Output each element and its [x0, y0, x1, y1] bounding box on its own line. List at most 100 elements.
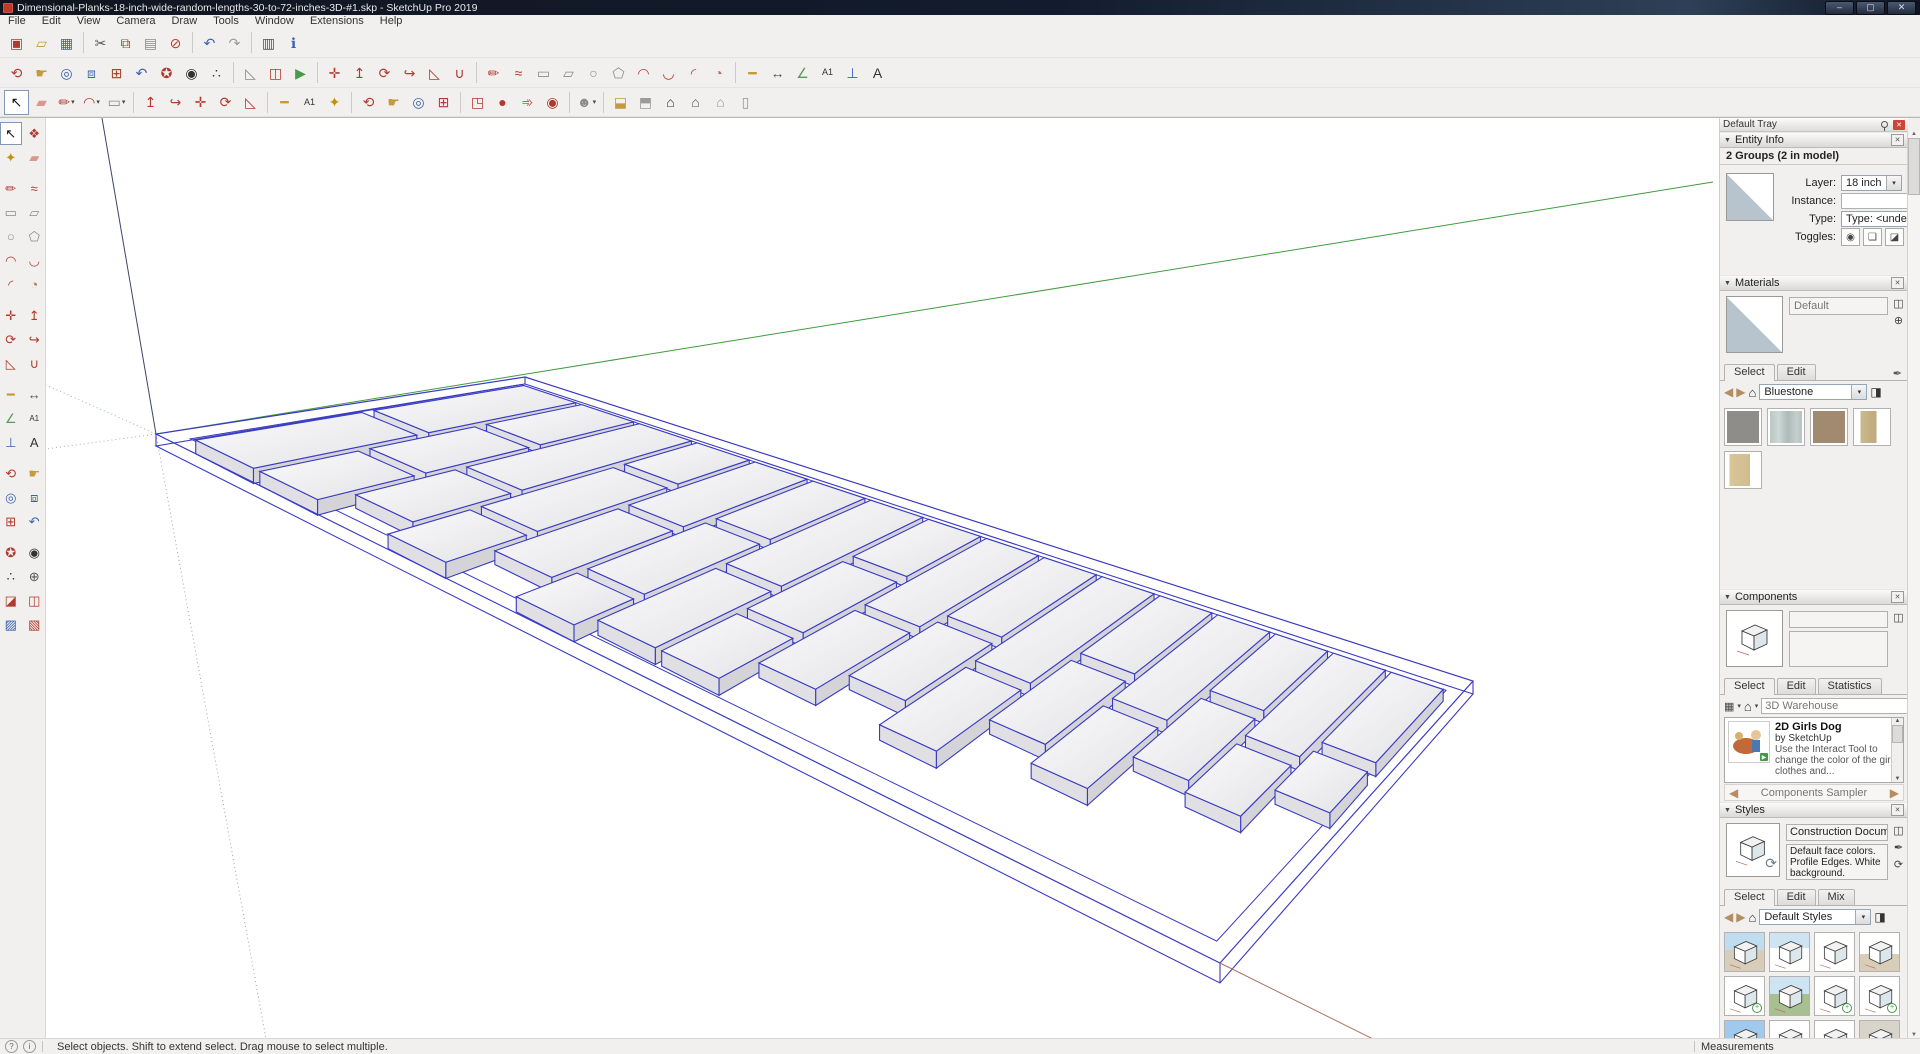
arc-icon[interactable]: ◠▾: [79, 90, 104, 115]
style-thumbnail-11[interactable]: +: [1814, 1020, 1855, 1038]
axes-icon[interactable]: ⊥: [0, 431, 22, 454]
offset-icon[interactable]: ∪: [447, 60, 472, 85]
collapse-icon[interactable]: ▼: [1724, 594, 1731, 601]
chevron-down-icon[interactable]: ▾: [1855, 910, 1870, 924]
section-plane-icon[interactable]: ◺: [238, 60, 263, 85]
orbit-icon[interactable]: ⟲: [4, 60, 29, 85]
copy-icon[interactable]: ⧉: [113, 30, 138, 55]
position-camera-icon[interactable]: ✪: [0, 541, 22, 564]
rectangle-icon[interactable]: ▭: [0, 201, 22, 224]
style-thumbnail-8[interactable]: +: [1859, 976, 1900, 1016]
components-tab-statistics[interactable]: Statistics: [1818, 678, 1882, 694]
materials-tab-select[interactable]: Select: [1724, 364, 1775, 381]
follow-me-icon[interactable]: ↪: [24, 328, 46, 351]
look-around-icon[interactable]: ◉: [179, 60, 204, 85]
zoom-icon[interactable]: ◎: [406, 90, 431, 115]
restore-button[interactable]: ▢: [1856, 1, 1885, 15]
style-thumbnail-9[interactable]: [1724, 1020, 1765, 1038]
style-name-field[interactable]: Construction Documentation St: [1786, 824, 1888, 841]
style-thumbnail-2[interactable]: [1769, 932, 1810, 972]
axes-icon[interactable]: ⊥: [840, 60, 865, 85]
chevron-down-icon[interactable]: ▾: [96, 99, 100, 106]
home-icon[interactable]: ⌂: [1748, 910, 1756, 925]
section-fill-icon[interactable]: ▨: [0, 613, 22, 636]
walk-icon[interactable]: ∴: [204, 60, 229, 85]
freehand-icon[interactable]: ≈: [506, 60, 531, 85]
back-arrow-icon[interactable]: ◀: [1724, 385, 1733, 399]
component-name-field[interactable]: [1789, 611, 1888, 628]
styles-collection-dropdown[interactable]: Default Styles ▾: [1759, 909, 1871, 925]
three-point-arc-icon[interactable]: ◜: [681, 60, 706, 85]
3d-text-icon[interactable]: A: [24, 431, 46, 454]
refresh-style-icon[interactable]: ⟳: [1891, 857, 1906, 871]
share-model-icon[interactable]: ⌂: [658, 90, 683, 115]
collapse-icon[interactable]: ▼: [1724, 137, 1731, 144]
menu-draw[interactable]: Draw: [163, 15, 205, 28]
material-swatch-stone-blue-gray[interactable]: [1767, 408, 1805, 446]
paint-bucket-icon[interactable]: ✦: [0, 146, 22, 169]
material-preview[interactable]: [1726, 296, 1783, 353]
tape-measure-icon[interactable]: ━: [0, 383, 22, 406]
chevron-down-icon[interactable]: ▾: [71, 99, 75, 106]
rectangle-icon[interactable]: ▭▾: [104, 90, 129, 115]
styles-tab-edit[interactable]: Edit: [1777, 889, 1816, 905]
circle-icon[interactable]: ○: [581, 60, 606, 85]
rotated-rectangle-icon[interactable]: ▱: [556, 60, 581, 85]
protractor-icon[interactable]: ∠: [0, 407, 22, 430]
new-icon[interactable]: ▣: [4, 30, 29, 55]
3d-viewport[interactable]: [46, 118, 1719, 1038]
cut-icon[interactable]: ✂: [88, 30, 113, 55]
section-fill-icon[interactable]: ▶: [288, 60, 313, 85]
two-point-arc-icon[interactable]: ◡: [656, 60, 681, 85]
move-icon[interactable]: ✛: [0, 304, 22, 327]
in-model-icon[interactable]: ◨: [1874, 910, 1885, 924]
style-thumbnail-10[interactable]: [1769, 1020, 1810, 1038]
collapse-icon[interactable]: ▼: [1724, 807, 1731, 814]
zoom-icon[interactable]: ◎: [0, 486, 22, 509]
move-icon[interactable]: ✛: [322, 60, 347, 85]
chevron-down-icon[interactable]: ▾: [1755, 702, 1759, 710]
offset-icon[interactable]: ∪: [24, 352, 46, 375]
share-component-icon[interactable]: ⌂: [683, 90, 708, 115]
chevron-down-icon[interactable]: ▾: [1737, 702, 1741, 710]
save-icon[interactable]: ▦: [54, 30, 79, 55]
materials-header[interactable]: ▼ Materials ✕: [1720, 275, 1908, 291]
chevron-down-icon[interactable]: ▾: [1851, 385, 1866, 399]
forward-arrow-icon[interactable]: ▶: [1736, 385, 1745, 399]
style-thumbnail-7[interactable]: +: [1814, 976, 1855, 1016]
material-swatch-stone-brown[interactable]: [1810, 408, 1848, 446]
previous-view-icon[interactable]: ↶: [129, 60, 154, 85]
close-button[interactable]: ✕: [1887, 1, 1916, 15]
lock-icon[interactable]: ❏: [1863, 228, 1882, 246]
dimension-icon[interactable]: ↔: [765, 60, 790, 85]
minimize-button[interactable]: –: [1825, 1, 1854, 15]
receive-shadows-icon[interactable]: ◪: [1885, 228, 1904, 246]
pan-icon[interactable]: ☛: [29, 60, 54, 85]
pie-icon[interactable]: ◔: [706, 60, 731, 85]
two-point-arc-icon[interactable]: ◡: [24, 249, 46, 272]
menu-help[interactable]: Help: [372, 15, 411, 28]
style-thumbnail-1[interactable]: [1724, 932, 1765, 972]
scale-icon[interactable]: ◺: [422, 60, 447, 85]
scale-icon[interactable]: ◺: [0, 352, 22, 375]
edit-style-icon[interactable]: ✒: [1891, 840, 1906, 854]
material-swatch-stone-beige[interactable]: [1724, 451, 1762, 489]
scroll-thumb[interactable]: [1892, 725, 1903, 743]
next-collection-icon[interactable]: ▶: [1890, 786, 1899, 800]
tray-close-icon[interactable]: ✕: [1893, 120, 1905, 130]
style-thumbnail-4[interactable]: [1859, 932, 1900, 972]
paint-bucket-icon[interactable]: ✦: [322, 90, 347, 115]
visibility-eye-icon[interactable]: ◉: [1841, 228, 1860, 246]
style-thumbnail-3[interactable]: [1814, 932, 1855, 972]
zoom-extents-icon[interactable]: ⊞: [104, 60, 129, 85]
instance-input[interactable]: [1841, 193, 1908, 209]
menu-camera[interactable]: Camera: [108, 15, 163, 28]
add-location-icon[interactable]: ☻▾: [574, 90, 599, 115]
arc-icon[interactable]: ◠: [631, 60, 656, 85]
position-camera-icon[interactable]: ✪: [154, 60, 179, 85]
component-list-item[interactable]: ▶2D Girls Dogby SketchUpUse the Interact…: [1725, 718, 1903, 779]
styles-tab-mix[interactable]: Mix: [1818, 889, 1855, 905]
create-material-icon[interactable]: ⊕: [1891, 313, 1906, 327]
section-cuts-icon[interactable]: ◫: [24, 589, 46, 612]
menu-file[interactable]: File: [0, 15, 34, 28]
